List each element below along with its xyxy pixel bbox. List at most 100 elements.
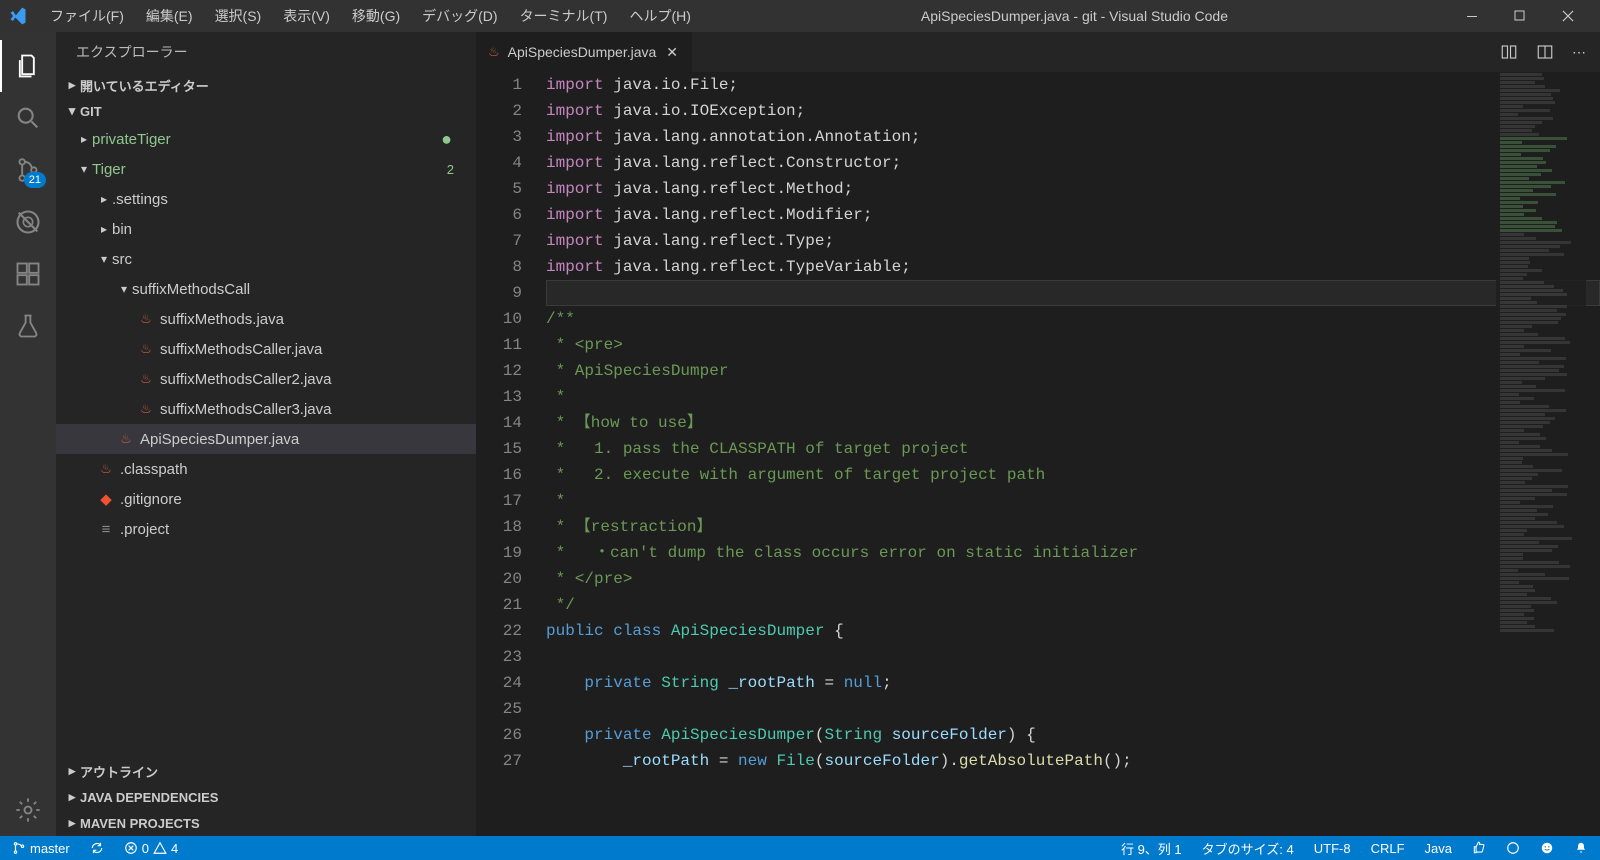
- tree-label: .project: [120, 521, 460, 538]
- status-problems[interactable]: 0 4: [120, 836, 182, 860]
- code-editor[interactable]: 1234567891011121314151617181920212223242…: [476, 72, 1600, 836]
- chevron-right-icon: ▸: [96, 222, 112, 236]
- status-bell-icon[interactable]: [1570, 836, 1592, 860]
- statusbar: master 0 4 行 9、列 1 タブのサイズ: 4 UTF-8 CRLF …: [0, 836, 1600, 860]
- code-content[interactable]: import java.io.File;import java.io.IOExc…: [546, 72, 1600, 836]
- section-label: MAVEN PROJECTS: [80, 816, 200, 831]
- menu-edit[interactable]: 編集(E): [136, 2, 203, 30]
- line-gutter: 1234567891011121314151617181920212223242…: [476, 72, 546, 836]
- tree-file[interactable]: ♨ suffixMethodsCaller.java: [56, 334, 476, 364]
- java-file-icon: ♨: [96, 461, 116, 477]
- tree-file[interactable]: ♨ suffixMethodsCaller2.java: [56, 364, 476, 394]
- status-label: 4: [171, 841, 178, 856]
- status-tabsize[interactable]: タブのサイズ: 4: [1198, 836, 1298, 860]
- titlebar: ファイル(F) 編集(E) 選択(S) 表示(V) 移動(G) デバッグ(D) …: [0, 0, 1600, 32]
- section-label: アウトライン: [80, 762, 158, 781]
- menu-go[interactable]: 移動(G): [342, 2, 410, 30]
- java-file-icon: ♨: [136, 371, 156, 387]
- close-button[interactable]: [1544, 0, 1592, 32]
- chevron-right-icon: ▸: [76, 132, 92, 146]
- minimize-button[interactable]: [1448, 0, 1496, 32]
- tab-close-icon[interactable]: ✕: [664, 42, 680, 63]
- activity-search[interactable]: [0, 92, 56, 144]
- activity-debug[interactable]: [0, 196, 56, 248]
- status-eol[interactable]: CRLF: [1367, 836, 1409, 860]
- status-sync[interactable]: [86, 836, 108, 860]
- tree-label: .gitignore: [120, 491, 460, 508]
- java-file-icon: ♨: [136, 311, 156, 327]
- status-branch[interactable]: master: [8, 836, 74, 860]
- chevron-down-icon: ▾: [76, 162, 92, 176]
- activity-explorer[interactable]: [0, 40, 56, 92]
- tree-folder-settings[interactable]: ▸ .settings: [56, 184, 476, 214]
- activity-settings[interactable]: [0, 784, 56, 836]
- tree-label: .classpath: [120, 461, 460, 478]
- tree-label: bin: [112, 221, 460, 238]
- modified-dot-icon: ●: [441, 134, 460, 144]
- chevron-right-icon: ▸: [64, 763, 80, 779]
- status-cursor[interactable]: 行 9、列 1: [1117, 836, 1186, 860]
- status-thumbs-icon[interactable]: [1468, 836, 1490, 860]
- activity-extensions[interactable]: [0, 248, 56, 300]
- tree-label: suffixMethodsCaller2.java: [160, 371, 460, 388]
- section-root[interactable]: ▾ GIT: [56, 98, 476, 124]
- java-file-icon: ♨: [488, 44, 500, 60]
- tree-label: suffixMethodsCaller.java: [160, 341, 460, 358]
- editor-tab-active[interactable]: ♨ ApiSpeciesDumper.java ✕: [476, 32, 693, 72]
- chevron-right-icon: ▸: [64, 789, 80, 805]
- tree-file[interactable]: ♨ suffixMethods.java: [56, 304, 476, 334]
- window-controls: [1448, 0, 1592, 32]
- section-java-deps[interactable]: ▸ JAVA DEPENDENCIES: [56, 784, 476, 810]
- scm-badge: 21: [24, 172, 46, 188]
- tree-label: suffixMethodsCall: [132, 281, 460, 298]
- section-outline[interactable]: ▸ アウトライン: [56, 758, 476, 784]
- vscode-logo-icon: [8, 6, 28, 26]
- section-open-editors[interactable]: ▸ 開いているエディター: [56, 72, 476, 98]
- tree-folder-privateTiger[interactable]: ▸ privateTiger ●: [56, 124, 476, 154]
- tree-label: privateTiger: [92, 131, 441, 148]
- java-file-icon: ♨: [136, 401, 156, 417]
- activity-scm[interactable]: 21: [0, 144, 56, 196]
- chevron-down-icon: ▾: [64, 103, 80, 119]
- activity-test[interactable]: [0, 300, 56, 352]
- maximize-button[interactable]: [1496, 0, 1544, 32]
- tree-label: suffixMethodsCaller3.java: [160, 401, 460, 418]
- section-label: 開いているエディター: [80, 76, 209, 95]
- tree-file[interactable]: ≡ .project: [56, 514, 476, 544]
- status-encoding[interactable]: UTF-8: [1310, 836, 1355, 860]
- menu-bar: ファイル(F) 編集(E) 選択(S) 表示(V) 移動(G) デバッグ(D) …: [40, 2, 701, 30]
- more-actions-icon[interactable]: ⋯: [1572, 44, 1586, 61]
- menu-help[interactable]: ヘルプ(H): [619, 2, 700, 30]
- minimap[interactable]: [1496, 72, 1586, 836]
- status-info-icon[interactable]: [1502, 836, 1524, 860]
- tree-folder-suffixMethodsCall[interactable]: ▾ suffixMethodsCall: [56, 274, 476, 304]
- section-label: GIT: [80, 104, 102, 119]
- section-label: JAVA DEPENDENCIES: [80, 790, 218, 805]
- split-editor-icon[interactable]: [1536, 43, 1554, 61]
- tree-folder-src[interactable]: ▾ src: [56, 244, 476, 274]
- section-maven[interactable]: ▸ MAVEN PROJECTS: [56, 810, 476, 836]
- tree-file[interactable]: ♨ suffixMethodsCaller3.java: [56, 394, 476, 424]
- chevron-right-icon: ▸: [64, 77, 80, 93]
- tree-folder-tiger[interactable]: ▾ Tiger 2: [56, 154, 476, 184]
- status-feedback-icon[interactable]: [1536, 836, 1558, 860]
- tree-file[interactable]: ♨ .classpath: [56, 454, 476, 484]
- editor-area: ♨ ApiSpeciesDumper.java ✕ ⋯ 123456789101…: [476, 32, 1600, 836]
- compare-changes-icon[interactable]: [1500, 43, 1518, 61]
- tree-label: suffixMethods.java: [160, 311, 460, 328]
- tree-file-active[interactable]: ♨ ApiSpeciesDumper.java: [56, 424, 476, 454]
- tree-label: src: [112, 251, 460, 268]
- git-file-icon: ◆: [96, 490, 116, 508]
- menu-view[interactable]: 表示(V): [273, 2, 340, 30]
- menu-file[interactable]: ファイル(F): [40, 2, 134, 30]
- tree-folder-bin[interactable]: ▸ bin: [56, 214, 476, 244]
- menu-terminal[interactable]: ターミナル(T): [510, 2, 618, 30]
- tree-file[interactable]: ◆ .gitignore: [56, 484, 476, 514]
- menu-debug[interactable]: デバッグ(D): [412, 2, 507, 30]
- chevron-right-icon: ▸: [64, 815, 80, 831]
- menu-selection[interactable]: 選択(S): [205, 2, 272, 30]
- tree-label: Tiger: [92, 161, 447, 178]
- sidebar-explorer: エクスプローラー ▸ 開いているエディター ▾ GIT ▸ privateTig…: [56, 32, 476, 836]
- chevron-down-icon: ▾: [96, 252, 112, 266]
- status-language[interactable]: Java: [1421, 836, 1456, 860]
